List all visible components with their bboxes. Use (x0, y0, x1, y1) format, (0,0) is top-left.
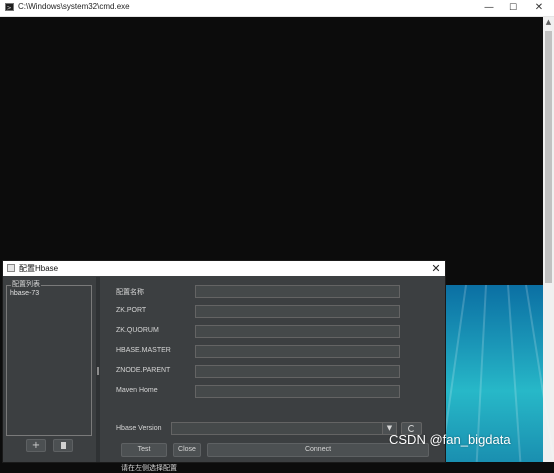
znode-parent-input[interactable] (195, 365, 400, 378)
field-label-znode-parent: ZNODE.PARENT (116, 367, 171, 374)
hbase-config-dialog: 配置Hbase ✕ 配置列表 hbase-73 + 配置名称 ZK.PORT Z… (3, 261, 445, 472)
scroll-up-arrow-icon[interactable]: ▲ (543, 17, 554, 28)
dialog-title: 配置Hbase (19, 264, 59, 273)
field-label-hbase-version: Hbase Version (116, 425, 162, 432)
status-message: 请在左侧选择配置 (121, 465, 177, 472)
add-config-button[interactable]: + (26, 439, 46, 452)
config-list-item[interactable]: hbase-73 (10, 290, 39, 297)
delete-config-button[interactable] (53, 439, 73, 452)
cmd-titlebar: > C:\Windows\system32\cmd.exe — ☐ ✕ (0, 0, 554, 17)
zk-quorum-input[interactable] (195, 325, 400, 338)
close-button[interactable]: Close (173, 443, 201, 457)
maximize-button[interactable]: ☐ (500, 0, 526, 16)
refresh-icon (408, 425, 415, 432)
trash-icon (61, 442, 66, 449)
csdn-watermark: CSDN @fan_bigdata (389, 432, 511, 447)
zk-port-input[interactable] (195, 305, 400, 318)
hbase-master-input[interactable] (195, 345, 400, 358)
field-label-zk-port: ZK.PORT (116, 307, 147, 314)
dialog-close-button[interactable]: ✕ (428, 261, 444, 276)
field-label-maven-home: Maven Home (116, 387, 158, 394)
field-label-zk-quorum: ZK.QUORUM (116, 327, 159, 334)
config-list-group: 配置列表 hbase-73 (6, 279, 92, 436)
maven-home-input[interactable] (195, 385, 400, 398)
vertical-scrollbar[interactable]: ▲ (543, 17, 554, 462)
plus-icon: + (31, 440, 41, 451)
field-label-hbase-master: HBASE.MASTER (116, 347, 171, 354)
field-label-config-name: 配置名称 (116, 289, 144, 296)
config-list-legend: 配置列表 (11, 279, 41, 289)
config-list-panel: 配置列表 hbase-73 + (3, 277, 96, 462)
cmd-window-title: C:\Windows\system32\cmd.exe (18, 2, 130, 11)
cmd-icon: > (5, 3, 14, 12)
close-button[interactable]: ✕ (526, 0, 552, 16)
java-window-icon (7, 264, 15, 272)
dialog-titlebar: 配置Hbase ✕ (3, 261, 445, 276)
scrollbar-thumb[interactable] (545, 31, 552, 283)
test-button[interactable]: Test (121, 443, 167, 457)
config-name-input[interactable] (195, 285, 400, 298)
hbase-version-select[interactable]: ▼ (171, 422, 397, 435)
minimize-button[interactable]: — (476, 0, 502, 16)
splitter-grip-icon[interactable] (97, 367, 99, 375)
